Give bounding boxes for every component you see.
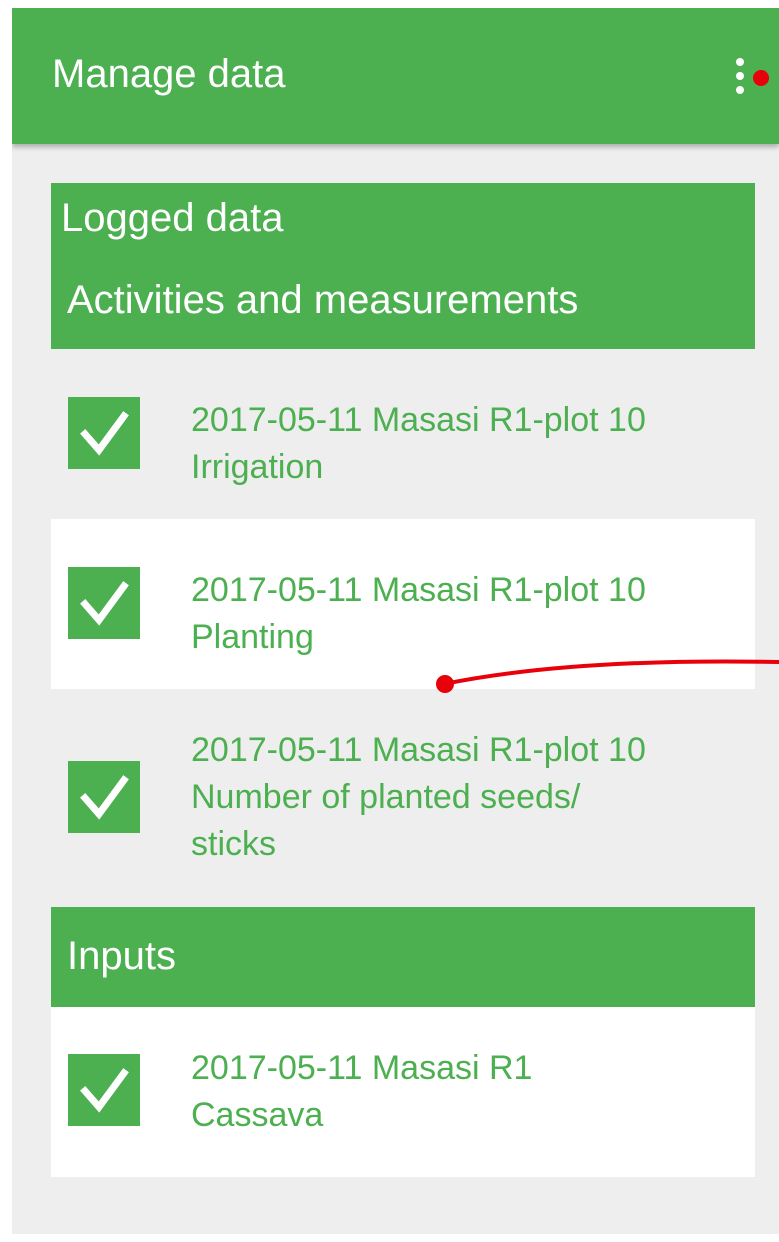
item-line-2: Irrigation xyxy=(191,448,324,486)
section-title: Inputs xyxy=(67,934,176,978)
page-title: Manage data xyxy=(52,52,286,96)
list-item[interactable]: 2017-05-11 Masasi R1-plot 10 Planting xyxy=(51,519,755,689)
list-item[interactable]: 2017-05-11 Masasi R1 Cassava xyxy=(51,1007,755,1177)
item-line-1: 2017-05-11 Masasi R1-plot 10 xyxy=(191,571,646,609)
checkbox-checked[interactable] xyxy=(68,397,140,469)
list-item[interactable]: 2017-05-11 Masasi R1-plot 10 Irrigation xyxy=(51,349,755,519)
item-line-2: Planting xyxy=(191,618,314,656)
item-text: 2017-05-11 Masasi R1-plot 10 Planting xyxy=(191,567,751,661)
item-text: 2017-05-11 Masasi R1 Cassava xyxy=(191,1045,751,1139)
item-line-1: 2017-05-11 Masasi R1 xyxy=(191,1049,533,1087)
item-line-1: 2017-05-11 Masasi R1-plot 10 xyxy=(191,731,646,769)
checkbox-checked[interactable] xyxy=(68,761,140,833)
more-vert-icon[interactable] xyxy=(724,52,754,100)
check-icon xyxy=(80,775,129,820)
checkbox-checked[interactable] xyxy=(68,567,140,639)
inputs-header: Inputs xyxy=(51,907,755,1007)
check-icon xyxy=(80,1068,129,1113)
item-line-1: 2017-05-11 Masasi R1-plot 10 xyxy=(191,401,646,439)
checkbox-checked[interactable] xyxy=(68,1054,140,1126)
item-line-3: sticks xyxy=(191,825,276,863)
check-icon xyxy=(80,581,129,626)
menu-dot xyxy=(736,72,744,80)
check-icon xyxy=(80,411,129,456)
menu-dot xyxy=(736,58,744,66)
item-line-2: Number of planted seeds/ xyxy=(191,778,581,816)
item-line-2: Cassava xyxy=(191,1096,324,1134)
touch-indicator-dot xyxy=(436,675,454,693)
logged-data-header: Logged data Activities and measurements xyxy=(51,183,755,349)
app-bar: Manage data xyxy=(12,8,779,144)
section-subtitle: Activities and measurements xyxy=(67,278,579,322)
menu-dot xyxy=(736,86,744,94)
list-item[interactable]: 2017-05-11 Masasi R1-plot 10 Number of p… xyxy=(51,689,755,907)
item-text: 2017-05-11 Masasi R1-plot 10 Irrigation xyxy=(191,397,751,491)
item-text: 2017-05-11 Masasi R1-plot 10 Number of p… xyxy=(191,727,751,868)
screen: Manage data Logged data Activities and m… xyxy=(12,8,779,1234)
section-title: Logged data xyxy=(61,196,284,240)
touch-indicator-dot xyxy=(753,70,769,86)
